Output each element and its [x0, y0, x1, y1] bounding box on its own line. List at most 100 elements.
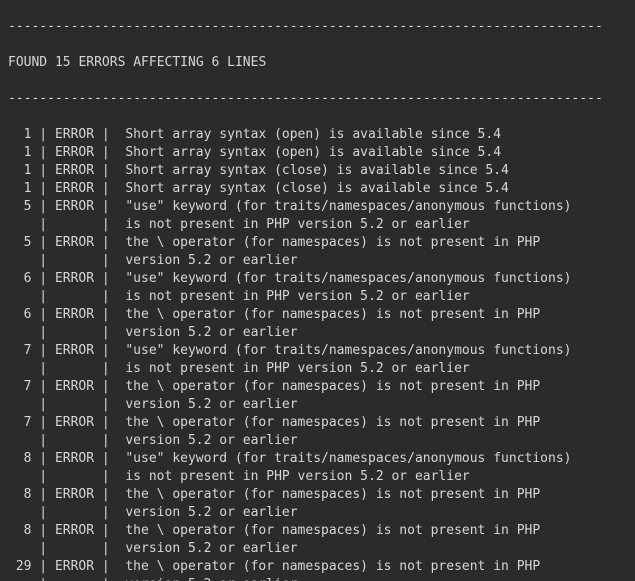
- column-separator: |: [94, 162, 117, 180]
- error-line-number: 7: [8, 378, 31, 396]
- error-row: 1|ERROR| Short array syntax (close) is a…: [8, 180, 627, 198]
- error-message: version 5.2 or earlier: [125, 253, 297, 268]
- error-row-continuation: | | version 5.2 or earlier: [8, 432, 627, 450]
- error-line-number: 8: [8, 450, 31, 468]
- error-message: version 5.2 or earlier: [125, 505, 297, 520]
- error-row-continuation: | | is not present in PHP version 5.2 or …: [8, 216, 627, 234]
- column-separator: |: [31, 234, 54, 252]
- error-severity: ERROR: [55, 198, 94, 216]
- error-message: Short array syntax (open) is available s…: [125, 127, 501, 142]
- error-row: 8|ERROR| the \ operator (for namespaces)…: [8, 486, 627, 504]
- terminal-output: ----------------------------------------…: [0, 0, 635, 581]
- error-message: "use" keyword (for traits/namespaces/ano…: [125, 199, 571, 214]
- error-row-continuation: || is not present in PHP version 5.2 or …: [8, 468, 627, 486]
- error-message: Short array syntax (open) is available s…: [125, 145, 501, 160]
- column-separator: |: [31, 576, 54, 581]
- error-severity: ERROR: [55, 126, 94, 144]
- column-separator: |: [94, 540, 117, 558]
- column-separator: |: [31, 252, 54, 270]
- column-separator: |: [94, 396, 117, 414]
- error-message: the \ operator (for namespaces) is not p…: [125, 307, 540, 322]
- column-separator: |: [94, 288, 117, 306]
- error-line-number: 7: [8, 342, 31, 360]
- column-separator: |: [94, 504, 117, 522]
- error-line-number: 5: [8, 234, 31, 252]
- error-message: version 5.2 or earlier: [125, 541, 297, 556]
- error-row: 6|ERROR| "use" keyword (for traits/names…: [8, 270, 627, 288]
- column-separator: |: [94, 306, 117, 324]
- column-separator: |: [94, 360, 117, 378]
- error-line-number: 8: [8, 486, 31, 504]
- column-separator: |: [31, 198, 54, 216]
- error-severity: ERROR: [55, 144, 94, 162]
- column-separator: |: [94, 378, 117, 396]
- column-separator: |: [94, 270, 117, 288]
- error-message: is not present in PHP version 5.2 or ear…: [125, 217, 469, 232]
- column-separator: |: [31, 324, 54, 342]
- error-table-body: 1|ERROR| Short array syntax (open) is av…: [8, 126, 627, 581]
- column-separator: |: [94, 522, 117, 540]
- column-separator: |: [31, 342, 54, 360]
- error-row-continuation: | | version 5.2 or earlier: [8, 504, 627, 522]
- error-severity: ERROR: [55, 450, 94, 468]
- error-message: is not present in PHP version 5.2 or ear…: [125, 289, 469, 304]
- column-separator: |: [94, 576, 117, 581]
- error-row: 8|ERROR| "use" keyword (for traits/names…: [8, 450, 627, 468]
- column-separator: |: [31, 432, 54, 450]
- column-separator: |: [31, 540, 54, 558]
- error-message: the \ operator (for namespaces) is not p…: [125, 487, 540, 502]
- error-row: 7|ERROR| the \ operator (for namespaces)…: [8, 378, 627, 396]
- column-separator: |: [94, 432, 117, 450]
- column-separator: |: [94, 414, 117, 432]
- error-row: 1|ERROR| Short array syntax (close) is a…: [8, 162, 627, 180]
- error-row: 8|ERROR| the \ operator (for namespaces)…: [8, 522, 627, 540]
- column-separator: |: [31, 468, 54, 486]
- error-row: 1|ERROR| Short array syntax (open) is av…: [8, 126, 627, 144]
- column-separator: |: [31, 162, 54, 180]
- column-separator: |: [31, 306, 54, 324]
- error-row: 5|ERROR| "use" keyword (for traits/names…: [8, 198, 627, 216]
- error-message: "use" keyword (for traits/namespaces/ano…: [125, 451, 571, 466]
- error-message: is not present in PHP version 5.2 or ear…: [125, 361, 469, 376]
- error-row-continuation: || is not present in PHP version 5.2 or …: [8, 288, 627, 306]
- error-line-number: 7: [8, 414, 31, 432]
- error-row-continuation: || version 5.2 or earlier: [8, 396, 627, 414]
- column-separator: |: [94, 180, 117, 198]
- column-separator: |: [94, 234, 117, 252]
- error-message: the \ operator (for namespaces) is not p…: [125, 415, 540, 430]
- error-severity: ERROR: [55, 306, 94, 324]
- column-separator: |: [31, 216, 54, 234]
- column-separator: |: [31, 522, 54, 540]
- error-message: the \ operator (for namespaces) is not p…: [125, 379, 540, 394]
- column-separator: |: [31, 504, 54, 522]
- error-message: "use" keyword (for traits/namespaces/ano…: [125, 343, 571, 358]
- error-row: 6|ERROR| the \ operator (for namespaces)…: [8, 306, 627, 324]
- column-separator: |: [94, 198, 117, 216]
- error-row: 5|ERROR| the \ operator (for namespaces)…: [8, 234, 627, 252]
- error-line-number: 6: [8, 306, 31, 324]
- error-message: "use" keyword (for traits/namespaces/ano…: [125, 271, 571, 286]
- error-line-number: 29: [8, 558, 31, 576]
- error-line-number: 1: [8, 144, 31, 162]
- column-separator: |: [94, 252, 117, 270]
- column-separator: |: [94, 216, 117, 234]
- column-separator: |: [94, 468, 117, 486]
- error-severity: ERROR: [55, 234, 94, 252]
- column-separator: |: [94, 324, 117, 342]
- error-row-continuation: | | version 5.2 or earlier: [8, 252, 627, 270]
- error-line-number: 5: [8, 198, 31, 216]
- column-separator: |: [31, 450, 54, 468]
- error-row-continuation: | | version 5.2 or earlier: [8, 540, 627, 558]
- error-row-continuation: || is not present in PHP version 5.2 or …: [8, 360, 627, 378]
- error-message: the \ operator (for namespaces) is not p…: [125, 559, 540, 574]
- error-row-continuation: || version 5.2 or earlier: [8, 576, 627, 581]
- error-message: version 5.2 or earlier: [125, 433, 297, 448]
- error-severity: ERROR: [55, 180, 94, 198]
- column-separator: |: [94, 144, 117, 162]
- rule-top: ----------------------------------------…: [8, 18, 627, 36]
- error-message: version 5.2 or earlier: [125, 325, 297, 340]
- error-message: the \ operator (for namespaces) is not p…: [125, 235, 540, 250]
- error-severity: ERROR: [55, 342, 94, 360]
- error-line-number: 1: [8, 162, 31, 180]
- error-message: version 5.2 or earlier: [125, 397, 297, 412]
